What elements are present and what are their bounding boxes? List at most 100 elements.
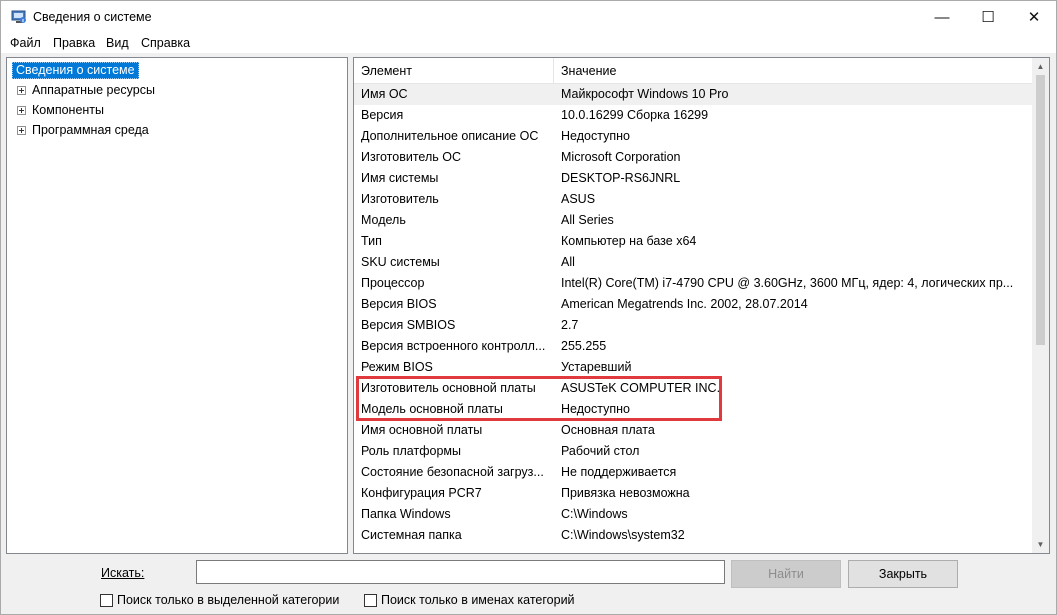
column-header-value[interactable]: Значение <box>554 58 1032 84</box>
table-row[interactable]: Версия встроенного контролл... 255.255 <box>354 336 1032 357</box>
row-value-cell: 255.255 <box>561 339 607 353</box>
table-row[interactable]: Режим BIOS Устаревший <box>354 357 1032 378</box>
table-row[interactable]: Роль платформы Рабочий стол <box>354 441 1032 462</box>
row-item-cell: Дополнительное описание ОС <box>361 129 539 143</box>
row-item-cell: Роль платформы <box>361 444 461 458</box>
row-item-cell: Версия SMBIOS <box>361 318 456 332</box>
scroll-up-arrow-icon[interactable]: ▲ <box>1032 58 1049 75</box>
menu-edit[interactable]: Правка <box>53 36 95 50</box>
search-category-names-label: Поиск только в именах категорий <box>381 593 575 607</box>
category-tree: Сведения о системе Аппаратные ресурсы Ко… <box>6 57 348 554</box>
row-item-cell: Тип <box>361 234 382 248</box>
search-input[interactable] <box>196 560 725 584</box>
row-value-cell: Привязка невозможна <box>561 486 690 500</box>
tree-item-software-environment[interactable]: Программная среда <box>17 122 149 138</box>
search-selected-category-option[interactable]: Поиск только в выделенной категории <box>100 593 339 607</box>
row-item-cell: Конфигурация PCR7 <box>361 486 482 500</box>
minimize-button[interactable]: — <box>919 1 965 33</box>
row-value-cell: Недоступно <box>561 402 630 416</box>
search-label: Искать: <box>101 566 144 580</box>
row-item-cell: Версия <box>361 108 404 122</box>
expand-icon[interactable] <box>17 105 26 115</box>
row-value-cell: All Series <box>561 213 614 227</box>
table-row[interactable]: Версия SMBIOS 2.7 <box>354 315 1032 336</box>
tree-item-label: Компоненты <box>32 103 105 117</box>
row-value-cell: C:\Windows\system32 <box>561 528 685 542</box>
search-category-names-option[interactable]: Поиск только в именах категорий <box>364 593 575 607</box>
table-row[interactable]: Системная папка C:\Windows\system32 <box>354 525 1032 546</box>
table-row[interactable]: Версия BIOS American Megatrends Inc. 2002… <box>354 294 1032 315</box>
table-row[interactable]: Имя основной платы Основная плата <box>354 420 1032 441</box>
search-category-names-checkbox[interactable] <box>364 593 377 607</box>
row-value-cell: DESKTOP-RS6JNRL <box>561 171 681 185</box>
row-value-cell: ASUSTeK COMPUTER INC. <box>561 381 721 395</box>
table-row[interactable]: Изготовитель ASUS <box>354 189 1032 210</box>
menu-help[interactable]: Справка <box>141 36 190 50</box>
tree-item-label: Программная среда <box>32 123 149 137</box>
close-button[interactable]: Закрыть <box>848 560 958 588</box>
system-info-app-icon <box>11 10 26 23</box>
table-row[interactable]: Имя системы DESKTOP-RS6JNRL <box>354 168 1032 189</box>
vertical-scrollbar[interactable]: ▲ ▼ <box>1032 58 1049 553</box>
title-bar: Сведения о системе — ☐ ✕ <box>1 1 1056 33</box>
table-row[interactable]: Состояние безопасной загруз... Не поддерж… <box>354 462 1032 483</box>
system-info-window: Сведения о системе — ☐ ✕ Файл Правка Вид… <box>0 0 1057 615</box>
search-label-text: Искать: <box>101 566 145 580</box>
menu-bar: Файл Правка Вид Справка <box>1 33 1056 53</box>
details-list: Элемент Значение Имя ОС Майкрософт Window… <box>353 57 1050 554</box>
tree-item-hardware-resources[interactable]: Аппаратные ресурсы <box>17 82 155 98</box>
list-header: Элемент Значение <box>354 58 1032 84</box>
close-window-button[interactable]: ✕ <box>1011 1 1057 33</box>
scroll-thumb[interactable] <box>1036 75 1045 345</box>
column-header-item[interactable]: Элемент <box>354 58 554 84</box>
row-item-cell: Имя основной платы <box>361 423 483 437</box>
row-value-cell: Intel(R) Core(TM) i7-4790 CPU @ 3.60GHz,… <box>561 276 1014 290</box>
table-row[interactable]: Папка Windows C:\Windows <box>354 504 1032 525</box>
row-value-cell: American Megatrends Inc. 2002, 28.07.201… <box>561 297 808 311</box>
row-value-cell: C:\Windows <box>561 507 628 521</box>
row-item-cell: Имя системы <box>361 171 439 185</box>
scroll-down-arrow-icon[interactable]: ▼ <box>1032 536 1049 553</box>
menu-file[interactable]: Файл <box>10 36 41 50</box>
table-row[interactable]: Модель All Series <box>354 210 1032 231</box>
table-row[interactable]: Модель основной платы Недоступно <box>354 399 1032 420</box>
row-item-cell: Изготовитель <box>361 192 439 206</box>
row-value-cell: Microsoft Corporation <box>561 150 681 164</box>
tree-item-components[interactable]: Компоненты <box>17 102 104 118</box>
search-selected-category-checkbox[interactable] <box>100 593 113 607</box>
table-row[interactable]: SKU системы All <box>354 252 1032 273</box>
table-row[interactable]: Процессор Intel(R) Core(TM) i7-4790 CPU @… <box>354 273 1032 294</box>
table-row[interactable]: Имя ОС Майкрософт Windows 10 Pro <box>354 84 1032 105</box>
row-value-cell: Рабочий стол <box>561 444 640 458</box>
tree-item-label: Аппаратные ресурсы <box>32 83 155 97</box>
row-item-cell: Версия BIOS <box>361 297 437 311</box>
row-value-cell: Недоступно <box>561 129 630 143</box>
expand-icon[interactable] <box>17 85 26 95</box>
row-value-cell: All <box>561 255 575 269</box>
menu-view[interactable]: Вид <box>106 36 129 50</box>
row-item-cell: Версия встроенного контролл... <box>361 339 546 353</box>
tree-item-system-summary[interactable]: Сведения о системе <box>12 62 139 79</box>
maximize-button[interactable]: ☐ <box>965 1 1011 33</box>
table-row[interactable]: Конфигурация PCR7 Привязка невозможна <box>354 483 1032 504</box>
find-button[interactable]: Найти <box>731 560 841 588</box>
row-item-cell: Папка Windows <box>361 507 451 521</box>
row-value-cell: ASUS <box>561 192 596 206</box>
window-title: Сведения о системе <box>33 10 152 24</box>
row-value-cell: 2.7 <box>561 318 579 332</box>
row-item-cell: Модель основной платы <box>361 402 503 416</box>
table-row[interactable]: Дополнительное описание ОС Недоступно <box>354 126 1032 147</box>
row-value-cell: Компьютер на базе x64 <box>561 234 697 248</box>
table-row[interactable]: Изготовитель ОС Microsoft Corporation <box>354 147 1032 168</box>
row-value-cell: 10.0.16299 Сборка 16299 <box>561 108 709 122</box>
list-rows: Имя ОС Майкрософт Windows 10 Pro Версия 10.… <box>354 84 1032 546</box>
table-row[interactable]: Тип Компьютер на базе x64 <box>354 231 1032 252</box>
row-item-cell: Имя ОС <box>361 87 408 101</box>
expand-icon[interactable] <box>17 125 26 135</box>
row-item-cell: Процессор <box>361 276 425 290</box>
row-item-cell: Состояние безопасной загруз... <box>361 465 544 479</box>
row-item-cell: Изготовитель основной платы <box>361 381 536 395</box>
row-item-cell: Системная папка <box>361 528 462 542</box>
table-row[interactable]: Изготовитель основной платы ASUSTeK COMPU… <box>354 378 1032 399</box>
table-row[interactable]: Версия 10.0.16299 Сборка 16299 <box>354 105 1032 126</box>
